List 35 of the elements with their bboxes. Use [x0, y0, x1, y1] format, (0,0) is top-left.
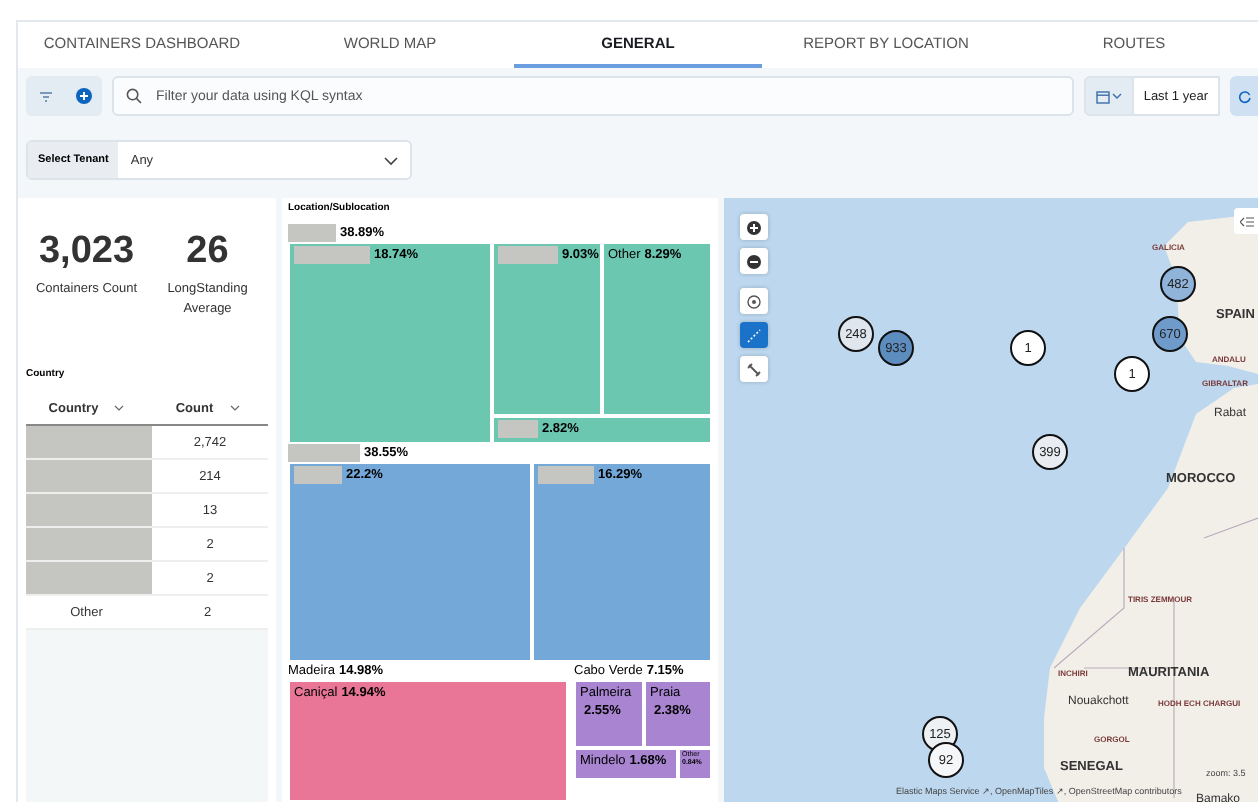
redaction-block — [26, 494, 152, 526]
target-icon — [746, 293, 762, 309]
chevron-down-icon — [1111, 92, 1122, 100]
metric-value: 26 — [186, 230, 229, 274]
refresh-button[interactable] — [1230, 76, 1258, 116]
line-icon — [746, 327, 762, 343]
redaction-block — [26, 562, 152, 594]
redaction-block — [288, 224, 336, 242]
redaction-block — [498, 420, 538, 438]
map-control-button[interactable] — [740, 288, 768, 314]
search-icon — [126, 88, 142, 104]
redaction-block — [26, 426, 152, 458]
map-control-button[interactable] — [740, 356, 768, 382]
calendar-icon — [1095, 89, 1110, 103]
filter-icon — [39, 91, 51, 101]
refresh-icon — [1237, 89, 1251, 103]
date-picker-button[interactable] — [1083, 76, 1134, 116]
plus-circle-icon — [75, 88, 91, 104]
redaction-block — [26, 460, 152, 492]
redaction-block — [538, 466, 594, 484]
metric-value: 3,023 — [38, 230, 135, 274]
redaction-block — [26, 528, 152, 560]
collapse-icon — [1239, 215, 1253, 227]
zoom-out-icon — [746, 253, 762, 269]
chevron-down-icon — [114, 404, 125, 412]
redaction-block — [294, 246, 370, 264]
chevron-down-icon — [229, 404, 240, 412]
map-control-button[interactable] — [740, 214, 768, 240]
map-control-button[interactable] — [740, 248, 768, 274]
zoom-in-icon — [746, 219, 762, 235]
redaction-block — [294, 466, 342, 484]
chevron-down-icon — [384, 155, 398, 165]
layers-button[interactable] — [1234, 208, 1258, 234]
redaction-block — [288, 444, 360, 462]
redaction-block — [498, 246, 558, 264]
